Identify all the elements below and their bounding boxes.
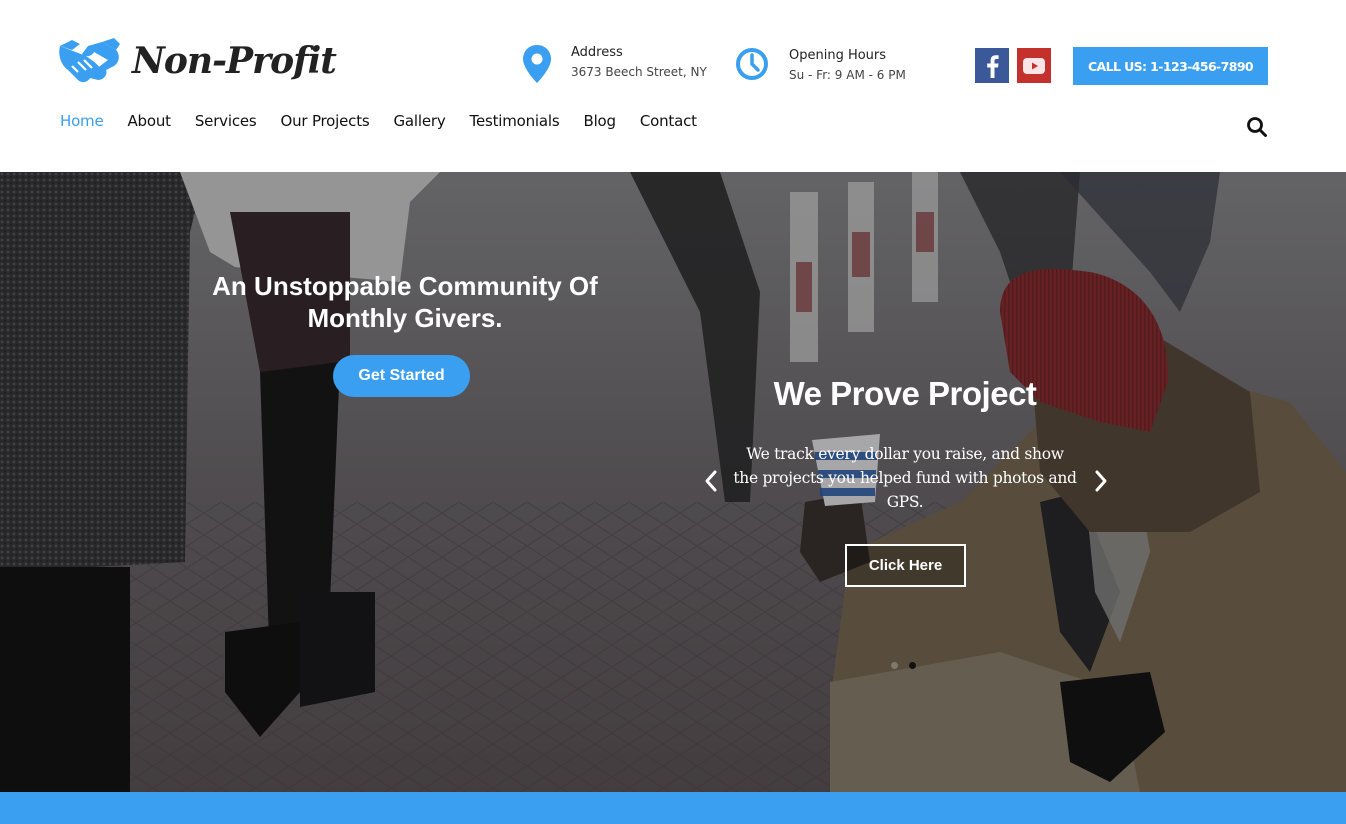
slide-title: We Prove Project [773, 375, 1037, 412]
handshake-icon [59, 38, 120, 83]
facebook-link[interactable] [975, 48, 1009, 83]
nav-item-blog[interactable]: Blog [583, 110, 616, 132]
map-pin-icon [523, 45, 551, 83]
site-header: Non-Profit Address 3673 Beech Street, NY… [0, 0, 1346, 172]
get-started-button[interactable]: Get Started [333, 355, 470, 397]
hero-background-image [0, 172, 1346, 792]
chevron-left-icon[interactable] [700, 468, 722, 494]
hours-value: Su - Fr: 9 AM - 6 PM [789, 68, 906, 82]
nav-item-contact[interactable]: Contact [640, 110, 697, 132]
address-info: Address 3673 Beech Street, NY [521, 44, 707, 84]
nav-item-testimonials[interactable]: Testimonials [470, 110, 560, 132]
search-icon[interactable] [1246, 116, 1268, 138]
nav-item-services[interactable]: Services [195, 110, 257, 132]
hero-headline: An Unstoppable Community Of Monthly Give… [212, 271, 598, 333]
hero-slider: An Unstoppable Community Of Monthly Give… [0, 172, 1346, 792]
nav-item-our-projects[interactable]: Our Projects [281, 110, 370, 132]
youtube-link[interactable] [1017, 48, 1051, 83]
slide-description: We track every dollar you raise, and sho… [733, 445, 1077, 511]
facebook-icon [987, 54, 999, 78]
main-nav: Home About Services Our Projects Gallery… [60, 110, 721, 132]
nav-item-gallery[interactable]: Gallery [394, 110, 446, 132]
logo-text: Non-Profit [132, 40, 337, 82]
bottom-accent-bar [0, 792, 1346, 824]
slider-pagination [891, 662, 927, 669]
address-title: Address [571, 45, 623, 60]
nav-item-home[interactable]: Home [60, 110, 104, 132]
hours-info: Opening Hours Su - Fr: 9 AM - 6 PM [735, 44, 906, 85]
youtube-icon [1023, 57, 1045, 74]
slider-dot-1[interactable] [891, 662, 898, 669]
address-value: 3673 Beech Street, NY [571, 65, 707, 79]
logo[interactable]: Non-Profit [58, 36, 337, 86]
call-us-button[interactable]: CALL US: 1-123-456-7890 [1073, 47, 1268, 85]
clock-icon [736, 48, 768, 80]
slider-dot-2[interactable] [909, 662, 916, 669]
click-here-button[interactable]: Click Here [845, 544, 966, 587]
chevron-right-icon[interactable] [1090, 468, 1112, 494]
hours-title: Opening Hours [789, 48, 887, 63]
nav-item-about[interactable]: About [128, 110, 172, 132]
